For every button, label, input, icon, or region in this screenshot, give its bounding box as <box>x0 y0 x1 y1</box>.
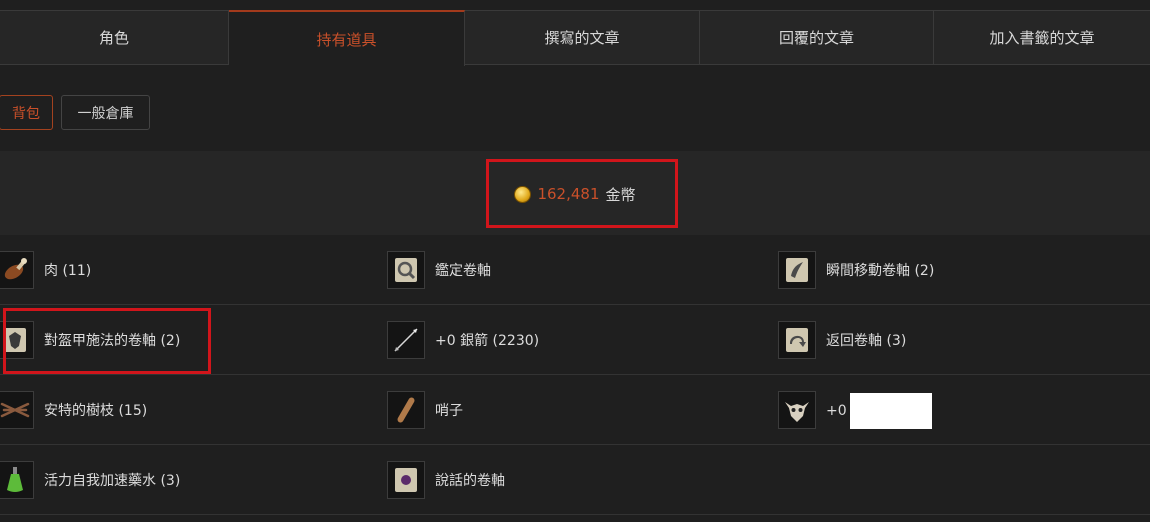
item-row: 對盔甲施法的卷軸 (2) +0 銀箭 (2230) 返回卷軸 (3) <box>0 305 1150 375</box>
item-name: 返回卷軸 (3) <box>826 333 907 349</box>
whistle-icon <box>387 391 425 429</box>
item-talking-scroll[interactable]: 說話的卷軸 <box>387 445 505 515</box>
ent-branch-icon <box>0 391 34 429</box>
enchant-armor-scroll-icon <box>0 321 34 359</box>
gold-unit: 金幣 <box>605 185 636 204</box>
tab-written-posts[interactable]: 撰寫的文章 <box>465 11 700 64</box>
item-row: 肉 (11) 鑑定卷軸 瞬間移動卷軸 (2) <box>0 235 1150 305</box>
tab-bookmarked-posts[interactable]: 加入書籤的文章 <box>934 11 1150 64</box>
subtab-backpack[interactable]: 背包 <box>0 95 53 130</box>
storage-subtabs: 背包 一般倉庫 <box>0 95 150 130</box>
item-name: 說話的卷軸 <box>435 473 505 489</box>
redaction-mask <box>850 393 932 429</box>
item-name: 安特的樹枝 (15) <box>44 403 148 419</box>
item-name: +0 銀箭 (2230) <box>435 333 540 349</box>
item-silver-arrow[interactable]: +0 銀箭 (2230) <box>387 305 539 375</box>
meat-icon <box>0 251 34 289</box>
gold-display: 162,481 金幣 <box>514 184 636 205</box>
tab-character[interactable]: 角色 <box>0 11 229 64</box>
item-name: 鑑定卷軸 <box>435 263 491 279</box>
main-tabs: 角色 持有道具 撰寫的文章 回覆的文章 加入書籤的文章 <box>0 10 1150 66</box>
tab-owned-items[interactable]: 持有道具 <box>229 10 465 66</box>
item-name: 活力自我加速藥水 (3) <box>44 473 181 489</box>
return-scroll-icon <box>778 321 816 359</box>
gold-panel: 162,481 金幣 <box>0 151 1150 235</box>
gold-coin-icon <box>514 185 532 203</box>
item-name: 瞬間移動卷軸 (2) <box>826 263 935 279</box>
item-whistle[interactable]: 哨子 <box>387 375 463 445</box>
item-identify-scroll[interactable]: 鑑定卷軸 <box>387 235 491 305</box>
item-row: 活力自我加速藥水 (3) 說話的卷軸 <box>0 445 1150 515</box>
item-meat[interactable]: 肉 (11) <box>0 235 91 305</box>
item-list: 肉 (11) 鑑定卷軸 瞬間移動卷軸 (2) 對盔甲施法的卷軸 (2) +0 銀… <box>0 235 1150 515</box>
item-return-scroll[interactable]: 返回卷軸 (3) <box>778 305 906 375</box>
tab-replied-posts[interactable]: 回覆的文章 <box>700 11 934 64</box>
talking-scroll-icon <box>387 461 425 499</box>
item-row: 安特的樹枝 (15) 哨子 +0 的骷髏頭盔 <box>0 375 1150 445</box>
item-name: 哨子 <box>435 403 463 419</box>
item-name: 肉 (11) <box>44 263 92 279</box>
silver-arrow-icon <box>387 321 425 359</box>
skull-helmet-icon <box>778 391 816 429</box>
gold-amount: 162,481 <box>537 185 600 203</box>
item-haste-potion[interactable]: 活力自我加速藥水 (3) <box>0 445 180 515</box>
item-ent-branch[interactable]: 安特的樹枝 (15) <box>0 375 147 445</box>
subtab-general-warehouse[interactable]: 一般倉庫 <box>61 95 150 130</box>
teleport-scroll-icon <box>778 251 816 289</box>
haste-potion-icon <box>0 461 34 499</box>
identify-scroll-icon <box>387 251 425 289</box>
item-name: 對盔甲施法的卷軸 (2) <box>44 333 181 349</box>
item-enchant-armor-scroll[interactable]: 對盔甲施法的卷軸 (2) <box>0 305 180 375</box>
item-teleport-scroll[interactable]: 瞬間移動卷軸 (2) <box>778 235 934 305</box>
